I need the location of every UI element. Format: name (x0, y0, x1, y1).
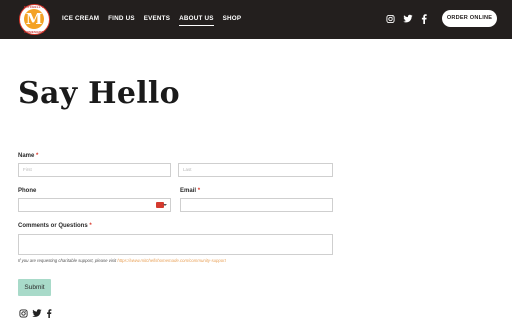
facebook-icon[interactable] (46, 309, 52, 318)
required-mark: * (197, 188, 201, 194)
instagram-icon[interactable] (19, 309, 28, 318)
nav-shop[interactable]: SHOP (223, 14, 242, 26)
email-label-text: Email (180, 188, 197, 194)
email-field[interactable] (180, 198, 333, 212)
required-mark: * (89, 223, 92, 229)
email-label: Email * (180, 188, 200, 194)
logo-letter: M (24, 9, 44, 29)
submit-button[interactable]: Submit (18, 279, 51, 296)
twitter-icon[interactable] (32, 309, 42, 318)
nav-find-us[interactable]: FIND US (108, 14, 135, 26)
comments-label: Comments or Questions * (18, 223, 92, 229)
nav-events[interactable]: EVENTS (144, 14, 170, 26)
comments-label-text: Comments or Questions (18, 223, 88, 229)
required-mark: * (36, 153, 39, 159)
brand-logo[interactable]: MITCHELL'S M HOMEMADE (19, 4, 50, 35)
comments-textarea[interactable] (18, 234, 333, 255)
community-support-link[interactable]: https://www.mitchellshomemade.com/commun… (117, 258, 225, 263)
country-flag-dropdown[interactable] (156, 202, 167, 208)
name-label: Name * (18, 153, 38, 159)
main-nav: ICE CREAM FIND US EVENTS ABOUT US SHOP (62, 14, 250, 26)
site-header: MITCHELL'S M HOMEMADE ICE CREAM FIND US … (0, 0, 512, 39)
phone-field[interactable] (18, 198, 171, 212)
page-title: Say Hello (18, 76, 180, 111)
logo-bottom-text: HOMEMADE (24, 30, 44, 34)
phone-label: Phone (18, 188, 37, 194)
name-label-text: Name (18, 153, 35, 159)
twitter-icon[interactable] (403, 14, 413, 24)
note-text: If you are requesting charitable support… (18, 258, 117, 263)
instagram-icon[interactable] (386, 14, 395, 24)
nav-ice-cream[interactable]: ICE CREAM (62, 14, 99, 26)
charitable-note: If you are requesting charitable support… (18, 258, 226, 263)
nav-about-us[interactable]: ABOUT US (179, 14, 214, 26)
facebook-icon[interactable] (421, 14, 427, 24)
first-name-field[interactable]: First (18, 163, 171, 177)
order-online-button[interactable]: ORDER ONLINE (442, 10, 497, 27)
last-name-field[interactable]: Last (178, 163, 333, 177)
